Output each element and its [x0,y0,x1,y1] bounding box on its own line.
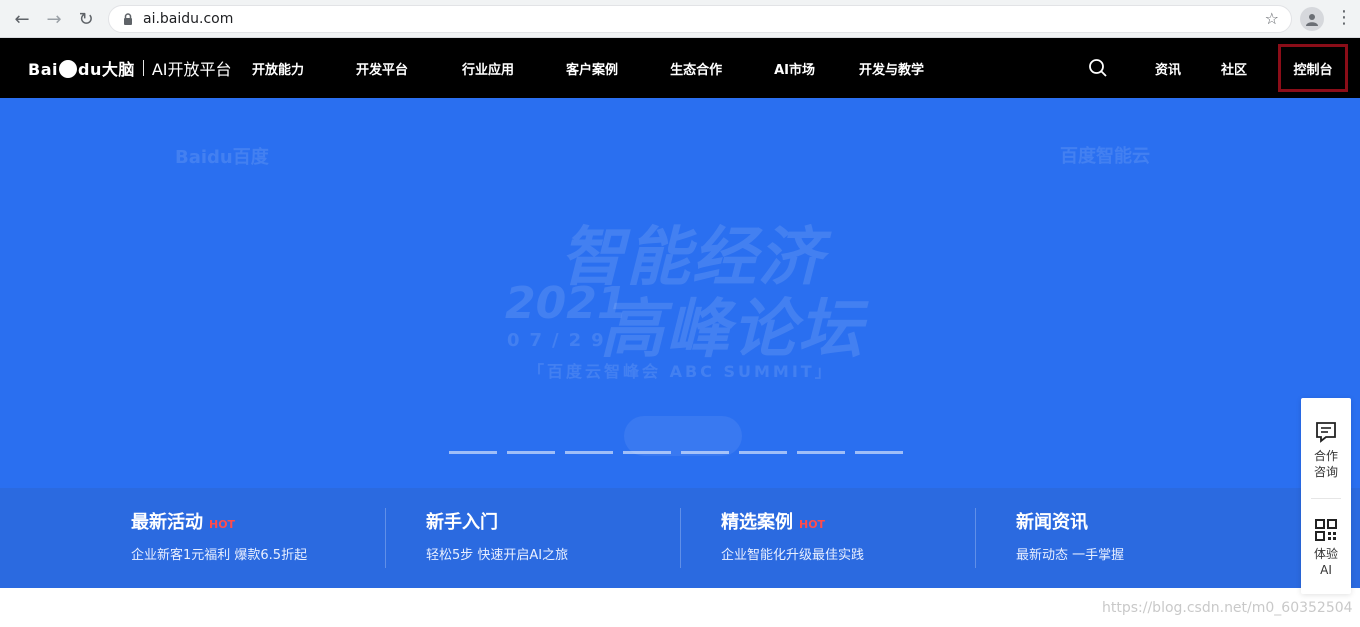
site-logo[interactable]: Bai du大脑 AI开放平台 [28,54,232,82]
feature-subtitle: 企业新客1元福利 爆款6.5折起 [131,548,308,563]
feature-title: 精选案例 [721,512,793,533]
site-header: Bai du大脑 AI开放平台 开放能力 开发平台 行业应用 客户案例 生态合作 … [0,38,1360,98]
feature-subtitle: 企业智能化升级最佳实践 [721,548,865,563]
feature-card-getting-started[interactable]: 新手入门 轻松5步 快速开启AI之旅 [426,508,568,568]
search-icon[interactable] [1088,58,1108,78]
url-text: ai.baidu.com [143,11,234,27]
carousel-dot[interactable] [739,451,787,454]
hero-watermark-cloud: 百度智能云 [1060,146,1150,167]
hot-badge: HOT [209,518,236,531]
carousel-dot[interactable] [855,451,903,454]
menu-item-open-capabilities[interactable]: 开放能力 [236,38,320,98]
address-bar[interactable]: ai.baidu.com ☆ [108,5,1292,33]
hero-banner[interactable]: Baidu百度 百度智能云 智能经济 2021 高峰论坛 07/29 「百度云智… [0,98,1360,488]
consult-button[interactable]: 合作 咨询 [1301,420,1351,480]
chat-icon [1316,422,1336,443]
floating-side-widget: 合作 咨询 体验 AI [1301,398,1351,594]
paw-icon [58,60,77,78]
carousel-dot[interactable] [681,451,729,454]
side-divider [1311,498,1341,499]
hero-title-line2: 高峰论坛 [600,293,864,367]
carousel-dot[interactable] [623,451,671,454]
feature-subtitle: 轻松5步 快速开启AI之旅 [426,548,569,563]
hero-watermark-baidu: Baidu百度 [175,147,269,168]
forward-arrow-icon[interactable]: → [42,7,66,31]
carousel-dot[interactable] [797,451,845,454]
feature-divider [975,508,976,568]
feature-title: 最新活动 [131,512,203,533]
hero-summit: 「百度云智峰会 ABC SUMMIT」 [528,362,834,381]
consult-label-line2: 咨询 [1313,465,1338,479]
carousel-indicators [449,451,903,454]
nav-news[interactable]: 资讯 [1155,38,1181,98]
carousel-dot[interactable] [565,451,613,454]
try-ai-button[interactable]: 体验 AI [1301,518,1351,578]
console-button[interactable]: 控制台 [1278,44,1348,92]
hero-cta-button[interactable] [624,416,742,456]
feature-subtitle: 最新动态 一手掌握 [1016,548,1125,563]
consult-label-line1: 合作 [1313,449,1338,463]
bookmark-star-icon[interactable]: ☆ [1265,9,1279,28]
logo-platform: AI开放平台 [151,60,232,79]
feature-strip: 最新活动 HOT 企业新客1元福利 爆款6.5折起 新手入门 轻松5步 快速开启… [0,488,1360,588]
menu-item-dev-platform[interactable]: 开发平台 [340,38,424,98]
carousel-dot[interactable] [507,451,555,454]
browser-menu-icon[interactable]: ⋮ [1334,7,1354,31]
reload-icon[interactable]: ↻ [74,7,98,31]
try-label-line1: 体验 [1313,547,1338,561]
menu-item-ecosystem[interactable]: 生态合作 [654,38,738,98]
main-menu: 开放能力 开发平台 行业应用 客户案例 生态合作 AI市场 开发与教学 [236,38,940,98]
try-label-line2: AI [1320,563,1332,577]
browser-toolbar: ← → ↻ ai.baidu.com ☆ ⋮ [0,0,1360,38]
menu-item-industry[interactable]: 行业应用 [446,38,530,98]
logo-brand: Bai du大脑 [28,60,135,79]
feature-divider [680,508,681,568]
back-arrow-icon[interactable]: ← [10,7,34,31]
hot-badge: HOT [799,518,826,531]
logo-separator [142,60,144,76]
profile-avatar-icon[interactable] [1300,7,1324,31]
feature-title: 新手入门 [426,512,498,533]
feature-card-activities[interactable]: 最新活动 HOT 企业新客1元福利 爆款6.5折起 [131,508,307,568]
nav-community[interactable]: 社区 [1221,38,1247,98]
feature-title: 新闻资讯 [1016,512,1088,533]
menu-item-ai-market[interactable]: AI市场 [758,38,831,98]
qr-code-icon [1315,519,1337,541]
menu-item-dev-teaching[interactable]: 开发与教学 [843,38,940,98]
carousel-dot[interactable] [449,451,497,454]
footer-watermark: https://blog.csdn.net/m0_60352504 [1102,600,1353,616]
feature-divider [385,508,386,568]
hero-date: 07/29 [507,330,614,351]
feature-card-cases[interactable]: 精选案例 HOT 企业智能化升级最佳实践 [721,508,864,568]
feature-card-news[interactable]: 新闻资讯 最新动态 一手掌握 [1016,508,1124,568]
menu-item-cases[interactable]: 客户案例 [550,38,634,98]
lock-icon [124,13,132,25]
